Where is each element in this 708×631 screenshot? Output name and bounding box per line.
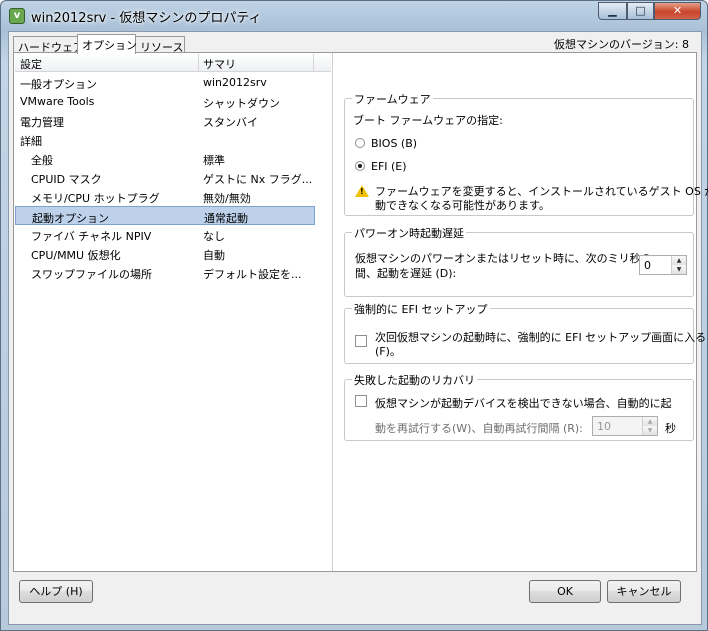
boot-retry-text-line1[interactable]: 仮想マシンが起動デバイスを検出できない場合、自動的に起 xyxy=(375,395,672,411)
failed-boot-recovery-legend: 失敗した起動のリカバリ xyxy=(352,372,477,388)
list-item[interactable]: 一般オプション win2012srv xyxy=(15,73,315,92)
efi-setup-legend: 強制的に EFI セットアップ xyxy=(352,301,490,317)
efi-radio[interactable] xyxy=(355,161,365,171)
list-item[interactable]: スワップファイルの場所 デフォルト設定を... xyxy=(15,263,315,282)
power-on-delay-text-line1: 仮想マシンのパワーオンまたはリセット時に、次のミリ秒の xyxy=(355,252,652,265)
dialog-client-area: ハードウェア オプション リソース 仮想マシンのバージョン: 8 設定 サマリ … xyxy=(8,31,708,625)
cancel-button[interactable]: キャンセル xyxy=(607,580,681,603)
setting-name: 詳細 xyxy=(20,135,42,148)
setting-summary: 通常起動 xyxy=(204,212,248,225)
bios-radio-label[interactable]: BIOS (B) xyxy=(371,137,417,150)
list-item[interactable]: CPUID マスク ゲストに Nx フラグ... xyxy=(15,168,315,187)
power-on-delay-group: パワーオン時起動遅延 仮想マシンのパワーオンまたはリセット時に、次のミリ秒の 間… xyxy=(344,225,694,297)
help-button[interactable]: ヘルプ (H) xyxy=(19,580,93,603)
setting-summary: 無効/無効 xyxy=(203,192,251,205)
list-item[interactable]: 全般 標準 xyxy=(15,149,315,168)
setting-name: 電力管理 xyxy=(20,116,64,129)
setting-name: 一般オプション xyxy=(20,78,97,91)
spin-up-icon[interactable]: ▲ xyxy=(672,256,686,265)
list-item[interactable]: ファイバ チャネル NPIV なし xyxy=(15,225,315,244)
power-on-delay-value[interactable]: 0 xyxy=(644,259,651,272)
firmware-warning-line2: 動できなくなる可能性があります。 xyxy=(375,199,550,212)
column-header-setting[interactable]: 設定 xyxy=(20,56,42,72)
retry-interval-stepper[interactable]: 10 ▲ ▼ xyxy=(592,416,658,436)
list-item[interactable]: 電力管理 スタンバイ xyxy=(15,111,315,130)
setting-name: 起動オプション xyxy=(32,212,109,225)
vsphere-icon: v xyxy=(9,8,25,24)
efi-setup-text-line2[interactable]: (F)。 xyxy=(375,343,401,359)
setting-summary: シャットダウン xyxy=(203,97,280,110)
column-header-summary[interactable]: サマリ xyxy=(203,56,236,72)
setting-summary: ゲストに Nx フラグ... xyxy=(203,173,313,186)
setting-summary: なし xyxy=(203,230,225,243)
power-on-delay-legend: パワーオン時起動遅延 xyxy=(352,225,466,241)
setting-summary: スタンバイ xyxy=(203,116,258,129)
list-item[interactable]: CPU/MMU 仮想化 自動 xyxy=(15,244,315,263)
warning-icon: ! xyxy=(355,185,369,197)
setting-name: ファイバ チャネル NPIV xyxy=(31,230,152,243)
setting-name: CPUID マスク xyxy=(31,173,102,186)
efi-radio-label[interactable]: EFI (E) xyxy=(371,160,407,173)
tab-options[interactable]: オプション xyxy=(77,34,137,54)
spin-down-icon[interactable]: ▼ xyxy=(672,265,686,274)
column-separator[interactable] xyxy=(198,54,199,72)
minimize-icon[interactable]: ▁ xyxy=(598,2,627,20)
options-panel: 設定 サマリ 一般オプション win2012srv VMware Tools シャット… xyxy=(13,52,708,572)
failed-boot-recovery-group: 失敗した起動のリカバリ 仮想マシンが起動デバイスを検出できない場合、自動的に起 … xyxy=(344,372,694,441)
retry-interval-unit: 秒 xyxy=(665,422,676,435)
pane-divider xyxy=(332,53,333,571)
setting-name: VMware Tools xyxy=(20,95,95,108)
firmware-prompt: ブート ファームウェアの指定: xyxy=(353,114,503,127)
boot-retry-checkbox[interactable] xyxy=(355,395,367,407)
setting-summary: 自動 xyxy=(203,249,225,262)
list-item[interactable]: 詳細 xyxy=(15,130,315,149)
window-title: win2012srv - 仮想マシンのプロパティ xyxy=(31,11,262,26)
bios-radio[interactable] xyxy=(355,138,365,148)
setting-summary: 標準 xyxy=(203,154,225,167)
list-item[interactable]: 起動オプション 通常起動 xyxy=(15,206,315,225)
list-item[interactable]: VMware Tools シャットダウン xyxy=(15,92,315,111)
setting-summary: デフォルト設定を... xyxy=(203,268,302,281)
efi-setup-text-line1[interactable]: 次回仮想マシンの起動時に、強制的に EFI セットアップ画面に入る xyxy=(375,329,706,345)
title-bar[interactable]: v win2012srv - 仮想マシンのプロパティ ▁ □ ✕ xyxy=(1,1,707,31)
properties-window: v win2012srv - 仮想マシンのプロパティ ▁ □ ✕ ハードウェア … xyxy=(0,0,708,631)
column-separator[interactable] xyxy=(313,54,314,72)
maximize-icon[interactable]: □ xyxy=(627,2,654,20)
setting-name: 全般 xyxy=(31,154,53,167)
vm-version-label: 仮想マシンのバージョン: 8 xyxy=(554,38,689,51)
spin-down-icon[interactable]: ▼ xyxy=(643,426,657,435)
setting-name: スワップファイルの場所 xyxy=(31,268,152,281)
setting-name: メモリ/CPU ホットプラグ xyxy=(31,192,160,205)
firmware-legend: ファームウェア xyxy=(352,91,433,107)
spin-up-icon[interactable]: ▲ xyxy=(643,417,657,426)
retry-interval-value[interactable]: 10 xyxy=(597,420,611,433)
setting-summary: win2012srv xyxy=(203,76,267,89)
ok-button[interactable]: OK xyxy=(529,580,601,603)
efi-setup-group: 強制的に EFI セットアップ 次回仮想マシンの起動時に、強制的に EFI セッ… xyxy=(344,301,706,364)
boot-retry-text-line2: 動を再試行する(W)、自動再試行間隔 (R): xyxy=(375,422,583,435)
power-on-delay-stepper[interactable]: 0 ▲ ▼ xyxy=(639,255,687,275)
close-icon[interactable]: ✕ xyxy=(654,2,701,20)
efi-setup-checkbox[interactable] xyxy=(355,335,367,347)
list-item[interactable]: メモリ/CPU ホットプラグ 無効/無効 xyxy=(15,187,315,206)
power-on-delay-text-line2: 間、起動を遅延 (D): xyxy=(355,267,457,280)
list-header: 設定 サマリ xyxy=(15,54,331,72)
firmware-group: ファームウェア ブート ファームウェアの指定: BIOS (B) EFI (E)… xyxy=(344,91,708,216)
setting-name: CPU/MMU 仮想化 xyxy=(31,249,121,262)
